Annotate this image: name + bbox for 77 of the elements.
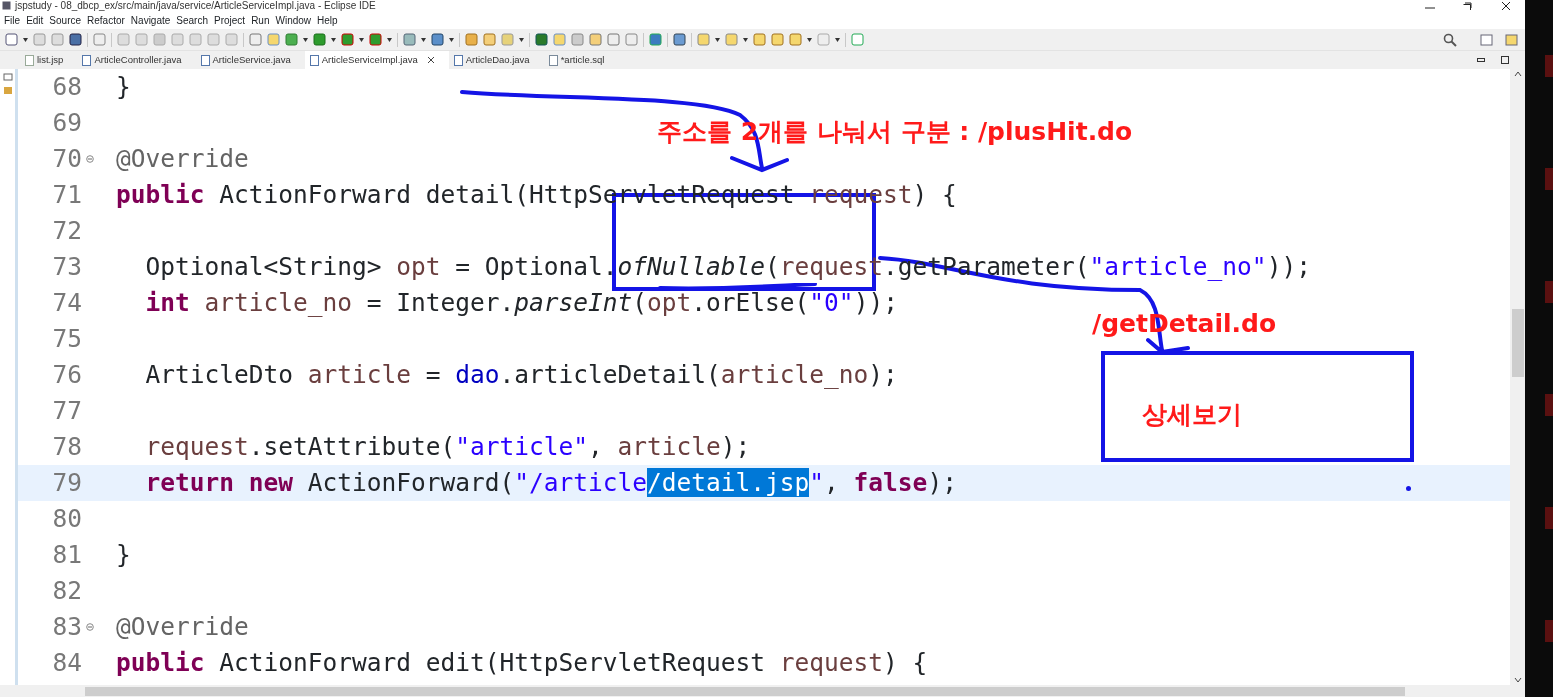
scrollbar-thumb[interactable] — [1511, 309, 1524, 377]
editor-tab[interactable]: ArticleController.java — [77, 51, 196, 69]
line-number: 74 — [51, 289, 82, 317]
line-number: 78 — [51, 433, 82, 461]
code-line: @Override — [116, 145, 249, 173]
line-number: 82 — [51, 577, 82, 605]
close-icon[interactable] — [426, 56, 435, 64]
restore-icon[interactable] — [1463, 1, 1473, 10]
editor-tab[interactable]: ArticleDao.java — [448, 51, 544, 69]
collapse-icon[interactable] — [86, 623, 94, 631]
code-line: return new ActionForward("/article/detail.jsp", false); — [144, 469, 957, 497]
dropdown-caret-icon[interactable] — [807, 37, 812, 42]
line-number: 72 — [51, 217, 82, 245]
java-file-icon — [309, 54, 319, 66]
dropdown-caret-icon[interactable] — [359, 37, 364, 42]
dropdown-caret-icon[interactable] — [449, 37, 454, 42]
window-title: jspstudy - 08_dbcp_ex/src/main/java/service/ArticleServiceImpl.java - Eclipse IDE — [15, 0, 376, 11]
dropdown-caret-icon[interactable] — [519, 37, 524, 42]
menu-item[interactable]: File — [3, 12, 26, 28]
code-line: } — [116, 541, 131, 569]
dropdown-caret-icon[interactable] — [743, 37, 748, 42]
dropdown-caret-icon[interactable] — [835, 37, 840, 42]
editor-tab[interactable]: ArticleServiceImpl.java — [304, 51, 449, 69]
maximize-view-icon[interactable] — [1501, 56, 1509, 64]
menu-item[interactable]: Navigate — [129, 12, 176, 28]
menu-item[interactable]: Edit — [25, 12, 49, 28]
menu-item[interactable]: Help — [316, 12, 343, 28]
search-icon[interactable] — [1443, 32, 1457, 47]
line-number: 76 — [51, 361, 82, 389]
scroll-down-icon[interactable] — [1513, 675, 1522, 685]
menu-item[interactable]: Project — [213, 12, 251, 28]
menu-item[interactable]: Refactor — [86, 12, 130, 28]
scroll-up-icon[interactable] — [1513, 69, 1522, 79]
restore-view-icon[interactable] — [2, 73, 13, 81]
menu-item[interactable]: Source — [48, 12, 87, 28]
line-number: 71 — [51, 181, 82, 209]
minimize-view-icon[interactable] — [1477, 58, 1485, 62]
java-file-icon — [200, 54, 210, 66]
line-number: 69 — [51, 109, 82, 137]
annotation-label: 상세보기 — [1142, 399, 1242, 431]
dropdown-caret-icon[interactable] — [331, 37, 336, 42]
line-number: 73 — [51, 253, 82, 281]
dropdown-caret-icon[interactable] — [23, 37, 28, 42]
code-line: public ActionForward edit(HttpServletRequest request) { — [116, 649, 928, 677]
editor-tab[interactable]: *article.sql — [543, 51, 619, 69]
dropdown-caret-icon[interactable] — [387, 37, 392, 42]
collapse-icon[interactable] — [86, 155, 94, 163]
line-number: 84 — [51, 649, 82, 677]
line-number: 70 — [51, 145, 82, 173]
line-number: 75 — [51, 325, 82, 353]
menu-item[interactable]: Search — [175, 12, 213, 28]
close-icon[interactable] — [1501, 1, 1511, 10]
code-line: @Override — [116, 613, 249, 641]
editor-tab[interactable]: list.jsp — [20, 51, 78, 69]
line-number: 77 — [51, 397, 82, 425]
jsp-file-icon — [25, 54, 34, 66]
line-number: 80 — [51, 505, 82, 533]
dropdown-caret-icon[interactable] — [715, 37, 720, 42]
ink-dot-icon — [1406, 486, 1411, 491]
java-file-icon — [82, 54, 92, 66]
menu-item[interactable]: Window — [274, 12, 317, 28]
code-line: ArticleDto article = dao.articleDetail(article_no); — [144, 361, 898, 389]
horizontal-scrollbar-thumb[interactable] — [85, 686, 1405, 696]
java-file-icon — [453, 54, 463, 66]
menu-item[interactable]: Run — [250, 12, 275, 28]
line-number: 81 — [51, 541, 82, 569]
code-line: } — [116, 73, 131, 101]
app-icon — [2, 1, 11, 10]
line-number: 79 — [51, 469, 82, 497]
line-number: 83 — [51, 613, 82, 641]
dropdown-caret-icon[interactable] — [421, 37, 426, 42]
code-line: request.setAttribute("article", article); — [144, 433, 751, 461]
code-line: int article_no = Integer.parseInt(opt.orElse("0")); — [144, 289, 898, 317]
line-number: 68 — [51, 73, 82, 101]
sql-file-icon — [548, 54, 558, 66]
editor-tab[interactable]: ArticleService.java — [195, 51, 305, 69]
dropdown-caret-icon[interactable] — [303, 37, 308, 42]
